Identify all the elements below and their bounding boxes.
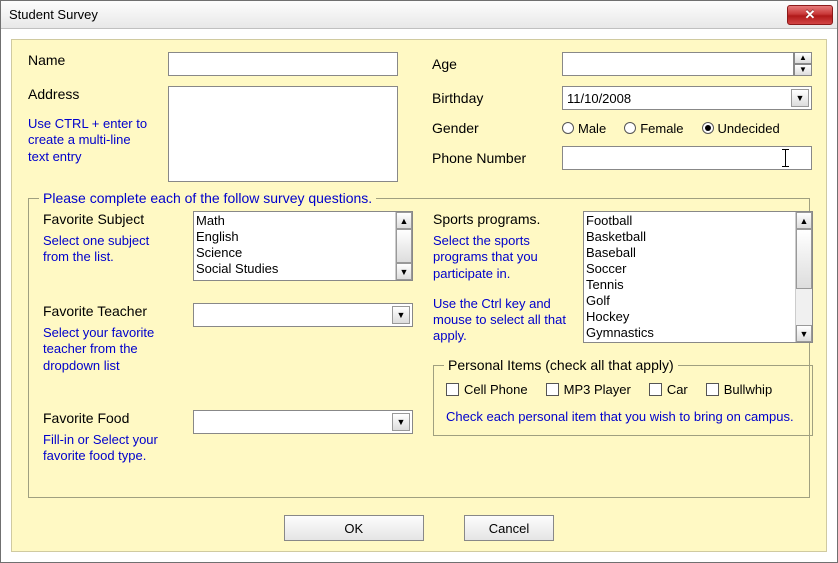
- personal-items-fieldset: Personal Items (check all that apply) Ce…: [433, 365, 813, 436]
- phone-label: Phone Number: [432, 150, 562, 166]
- age-spinner[interactable]: ▲ ▼: [794, 52, 812, 76]
- personal-items-legend: Personal Items (check all that apply): [444, 357, 678, 373]
- address-label: Address: [28, 86, 168, 102]
- survey-legend: Please complete each of the follow surve…: [39, 190, 376, 206]
- chk-cell-phone[interactable]: Cell Phone: [446, 382, 528, 397]
- window-title: Student Survey: [9, 7, 787, 22]
- name-label: Name: [28, 52, 168, 68]
- name-input[interactable]: [168, 52, 398, 76]
- close-icon: ✕: [805, 7, 816, 23]
- fav-teacher-label: Favorite Teacher: [43, 303, 193, 319]
- list-item[interactable]: Science: [196, 245, 410, 261]
- chk-mp3-player[interactable]: MP3 Player: [546, 382, 631, 397]
- personal-items-hint: Check each personal item that you wish t…: [446, 409, 800, 425]
- scroll-up-icon[interactable]: ▲: [796, 212, 812, 229]
- close-button[interactable]: ✕: [787, 5, 833, 25]
- dialog-window: Student Survey ✕ Name Address Use CTRL +: [0, 0, 838, 563]
- phone-input[interactable]: [562, 146, 812, 170]
- chevron-down-icon: ▼: [392, 306, 410, 324]
- age-spin-down[interactable]: ▼: [794, 64, 812, 76]
- list-item[interactable]: Social Studies: [196, 261, 410, 277]
- fav-teacher-combo[interactable]: ▼: [193, 303, 413, 327]
- scroll-down-icon[interactable]: ▼: [396, 263, 412, 280]
- birthday-value: 11/10/2008: [567, 91, 631, 106]
- main-panel: Name Address Use CTRL + enter to create …: [11, 39, 827, 552]
- gender-label: Gender: [432, 120, 562, 136]
- list-item[interactable]: Hockey: [586, 309, 810, 325]
- age-input[interactable]: [562, 52, 794, 76]
- birthday-label: Birthday: [432, 90, 562, 106]
- chk-car[interactable]: Car: [649, 382, 688, 397]
- fav-subject-hint: Select one subject from the list.: [43, 233, 173, 266]
- scrollbar[interactable]: ▲ ▼: [395, 212, 412, 280]
- fav-subject-label: Favorite Subject: [43, 211, 193, 227]
- chevron-down-icon: ▼: [392, 413, 410, 431]
- gender-radio-group: Male Female Undecided: [562, 121, 780, 136]
- cancel-button[interactable]: Cancel: [464, 515, 554, 541]
- chevron-down-icon: ▼: [791, 89, 809, 107]
- list-item[interactable]: Baseball: [586, 245, 810, 261]
- sports-hint-2: Use the Ctrl key and mouse to select all…: [433, 296, 573, 345]
- scroll-up-icon[interactable]: ▲: [396, 212, 412, 229]
- age-label: Age: [432, 56, 562, 72]
- list-item[interactable]: Golf: [586, 293, 810, 309]
- titlebar: Student Survey ✕: [1, 1, 837, 29]
- list-item[interactable]: Basketball: [586, 229, 810, 245]
- survey-fieldset: Please complete each of the follow surve…: [28, 198, 810, 498]
- address-hint: Use CTRL + enter to create a multi-line …: [28, 116, 148, 165]
- gender-radio-female[interactable]: Female: [624, 121, 683, 136]
- sports-hint-1: Select the sports programs that you part…: [433, 233, 573, 282]
- scrollbar-thumb[interactable]: [396, 229, 412, 263]
- birthday-combo[interactable]: 11/10/2008 ▼: [562, 86, 812, 110]
- fav-teacher-hint: Select your favorite teacher from the dr…: [43, 325, 183, 374]
- list-item[interactable]: Football: [586, 213, 810, 229]
- scroll-down-icon[interactable]: ▼: [796, 325, 812, 342]
- age-spin-up[interactable]: ▲: [794, 52, 812, 64]
- fav-food-hint: Fill-in or Select your favorite food typ…: [43, 432, 193, 465]
- gender-radio-male[interactable]: Male: [562, 121, 606, 136]
- fav-food-label: Favorite Food: [43, 410, 193, 426]
- scrollbar[interactable]: ▲ ▼: [795, 212, 812, 342]
- scrollbar-thumb[interactable]: [796, 229, 812, 289]
- list-item[interactable]: Tennis: [586, 277, 810, 293]
- sports-listbox[interactable]: FootballBasketballBaseballSoccerTennisGo…: [583, 211, 813, 343]
- chk-bullwhip[interactable]: Bullwhip: [706, 382, 772, 397]
- gender-radio-undecided[interactable]: Undecided: [702, 121, 780, 136]
- fav-subject-listbox[interactable]: MathEnglishScienceSocial Studies ▲ ▼: [193, 211, 413, 281]
- list-item[interactable]: Soccer: [586, 261, 810, 277]
- sports-label: Sports programs.: [433, 211, 583, 227]
- list-item[interactable]: Math: [196, 213, 410, 229]
- list-item[interactable]: English: [196, 229, 410, 245]
- client-area: Name Address Use CTRL + enter to create …: [1, 29, 837, 562]
- ok-button[interactable]: OK: [284, 515, 424, 541]
- address-input[interactable]: [168, 86, 398, 182]
- list-item[interactable]: Gymnastics: [586, 325, 810, 341]
- fav-food-combo[interactable]: ▼: [193, 410, 413, 434]
